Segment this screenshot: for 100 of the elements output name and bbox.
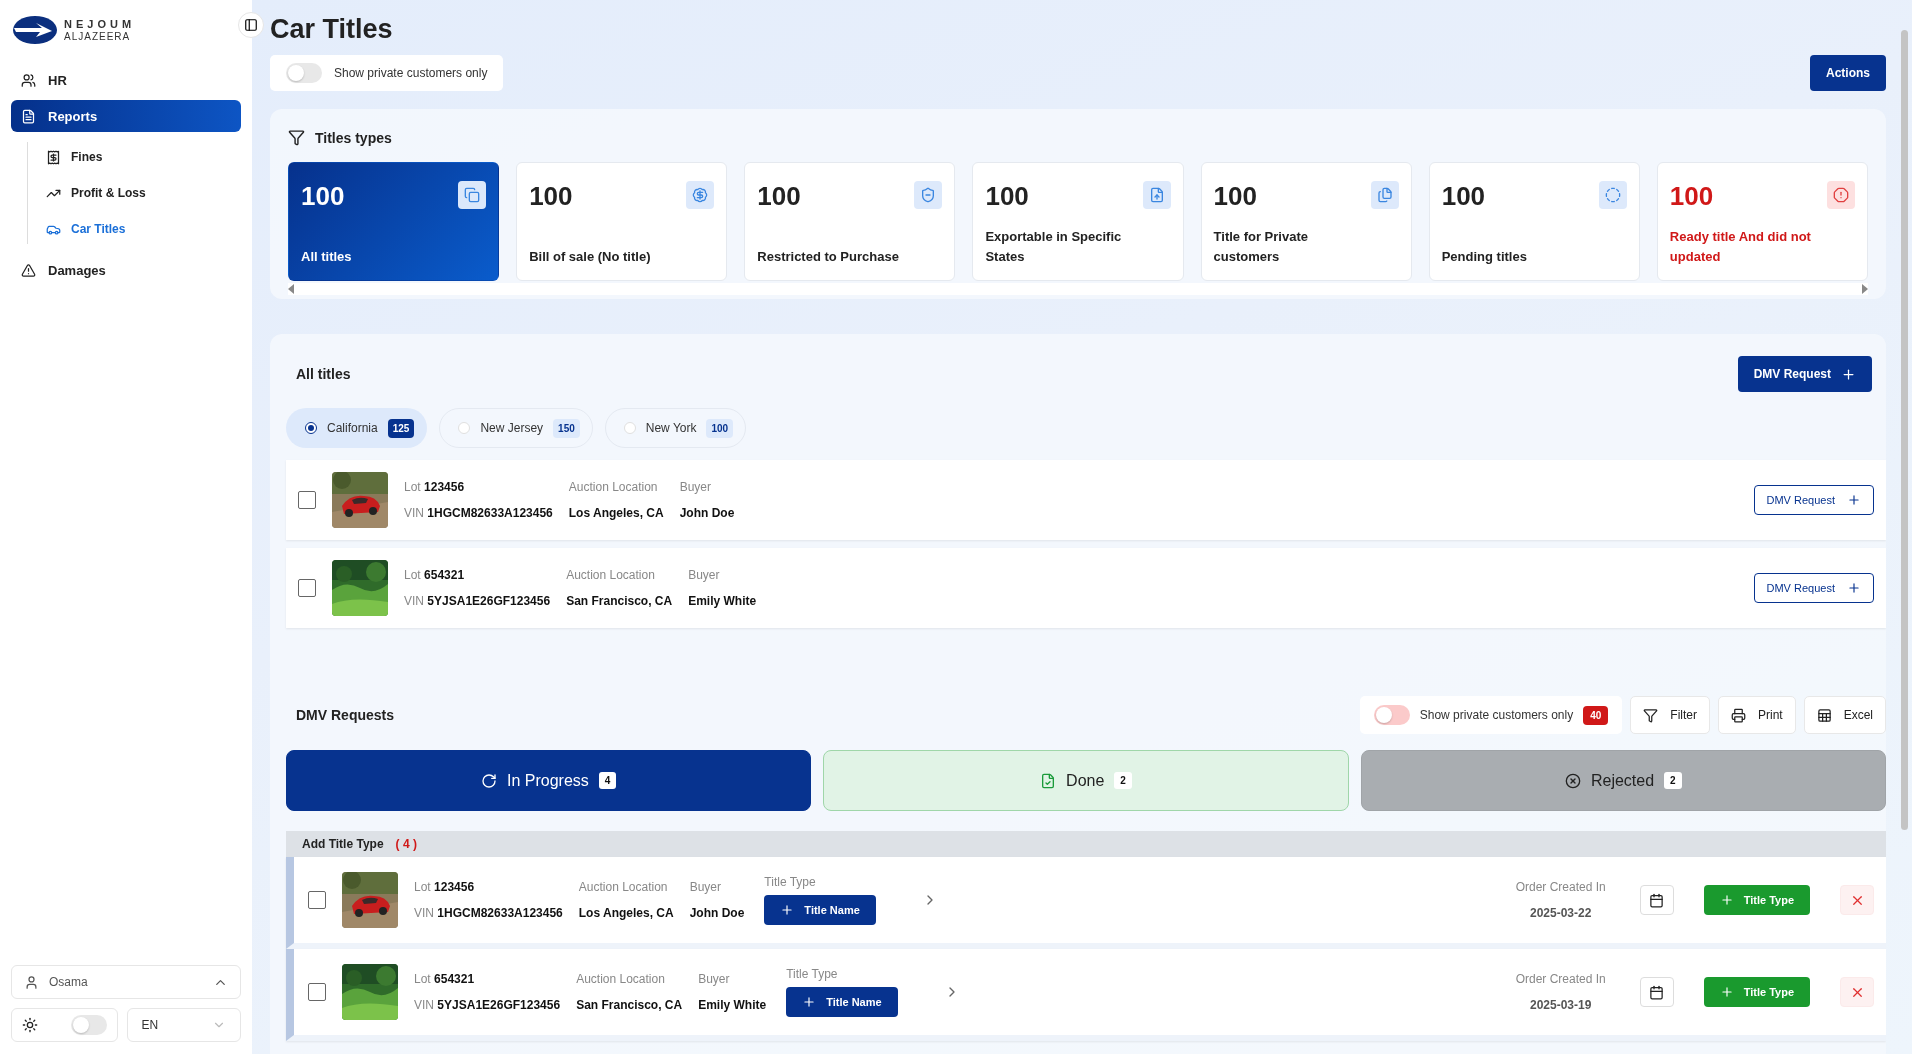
title-type-card[interactable]: 100 Ready title And did not updated [1656,162,1868,281]
table-icon [1816,707,1832,723]
title-count: 100 [1669,181,1714,212]
title-type-card[interactable]: 100 Bill of sale (No title) [516,162,728,281]
actions-button[interactable]: Actions [1810,55,1886,91]
vin-number: VIN 5YJSA1E26GF123456 [404,594,551,608]
title-type-card[interactable]: 100 All titles [288,162,500,281]
status-tab[interactable]: In Progress 4 [286,750,812,811]
card-label: Pending titles [1441,247,1528,266]
title-type-card[interactable]: 100 Restricted to Purchase [744,162,956,281]
sidebar-item[interactable]: Damages [11,254,241,286]
row-checkbox[interactable] [308,983,326,1001]
field-label: Buyer [679,480,713,494]
sidebar-subitem[interactable]: Car Titles [46,214,241,244]
calendar-icon [1649,892,1665,908]
close-button[interactable] [1840,885,1874,915]
title-name-button[interactable]: Title Name [764,895,876,925]
row-checkbox[interactable] [308,891,326,909]
card-label: Title for Private customers [1213,228,1309,266]
print-button[interactable]: Print [1717,696,1796,734]
file-check-icon [1040,772,1057,789]
title-name-button[interactable]: Title Name [786,987,898,1017]
document-icon [21,108,36,124]
calendar-button[interactable] [1639,885,1674,915]
close-button[interactable] [1840,977,1874,1007]
buyer-name: John Doe [679,506,735,520]
filter-button[interactable]: Filter [1630,696,1710,734]
title-count: 100 [1213,181,1257,212]
sidebar-item[interactable]: Reports [11,100,241,132]
field-label: Buyer [698,972,731,986]
plus-icon [1719,985,1734,999]
lot-number: Lot 654321 [414,972,476,986]
auction-location: Los Angeles, CA [578,906,674,920]
files-icon [1370,181,1399,209]
group-heading: Add Title Type [302,837,384,851]
calendar-button[interactable] [1639,977,1674,1007]
theme-switch[interactable] [70,1015,107,1035]
plus-icon [1719,893,1734,907]
plus-icon [802,995,817,1009]
dmv-request-button[interactable]: DMV Request [1753,573,1874,603]
state-tab[interactable]: California 125 [286,408,428,448]
language-select[interactable]: EN [126,1008,241,1042]
plus-icon [780,903,795,917]
field-label: Order Created In [1515,972,1606,986]
scrollbar[interactable] [1900,30,1908,830]
alert-icon [1827,181,1855,209]
file-upload-icon [1142,181,1171,209]
field-label: Auction Location [566,568,656,582]
users-icon [21,72,36,88]
status-tab[interactable]: Done 2 [823,750,1349,811]
filter-icon [1643,707,1659,723]
section-heading: Titles types [315,129,392,146]
brand-subtitle: ALJAZEERA [64,30,132,42]
filter-icon [288,129,305,146]
private-customers-switch[interactable] [286,63,322,83]
add-title-type-button[interactable]: Title Type [1703,885,1810,915]
plus-icon [1847,493,1861,507]
section-heading: DMV Requests [296,707,395,723]
calendar-icon [1649,984,1665,1000]
title-type-card[interactable]: 100 Title for Private customers [1200,162,1412,281]
order-date: 2025-03-19 [1529,998,1592,1012]
auction-location: Los Angeles, CA [568,506,664,520]
title-type-card[interactable]: 100 Exportable in Specific States [972,162,1184,281]
add-title-type-button[interactable]: Title Type [1703,977,1810,1007]
logo-icon [12,15,58,45]
panel-icon [244,18,258,32]
buyer-name: Emily White [698,998,767,1012]
excel-button[interactable]: Excel [1803,696,1886,734]
group-count: ( 4 ) [395,837,417,851]
lot-number: Lot 654321 [404,568,466,582]
auction-location: San Francisco, CA [576,998,683,1012]
sidebar-subitem[interactable]: Profit & Loss [46,178,241,208]
card-label: Restricted to Purchase [757,247,900,266]
sidebar-item[interactable]: HR [11,64,241,96]
count-badge: 40 [1583,705,1609,725]
sidebar-toggle-button[interactable] [238,12,264,38]
row-checkbox[interactable] [298,491,316,509]
buyer-name: Emily White [688,594,757,608]
dmv-request-button[interactable]: DMV Request [1753,485,1874,515]
private-customers-switch[interactable] [1373,705,1410,725]
row-checkbox[interactable] [298,579,316,597]
lot-number: Lot 123456 [414,880,476,894]
horizontal-scrollbar[interactable] [288,283,1868,295]
lot-number: Lot 123456 [404,480,466,494]
sun-icon [22,1017,38,1033]
user-menu[interactable]: Osama [11,965,241,999]
status-tab[interactable]: Rejected 2 [1360,750,1886,811]
dollar-icon [686,181,715,209]
plus-icon [1841,366,1856,382]
field-label: Buyer [689,880,723,894]
title-count: 100 [1441,181,1486,212]
field-label: Buyer [688,568,721,582]
sidebar-subitem[interactable]: Fines [46,142,241,172]
field-label: Auction Location [578,880,669,894]
dmv-request-button[interactable]: DMV Request [1737,356,1872,392]
user-icon [24,974,39,990]
vin-number: VIN 1HGCM82633A123456 [404,506,553,520]
vin-number: VIN 5YJSA1E26GF123456 [414,998,561,1012]
title-type-card[interactable]: 100 Pending titles [1428,162,1640,281]
order-date: 2025-03-22 [1529,906,1592,920]
